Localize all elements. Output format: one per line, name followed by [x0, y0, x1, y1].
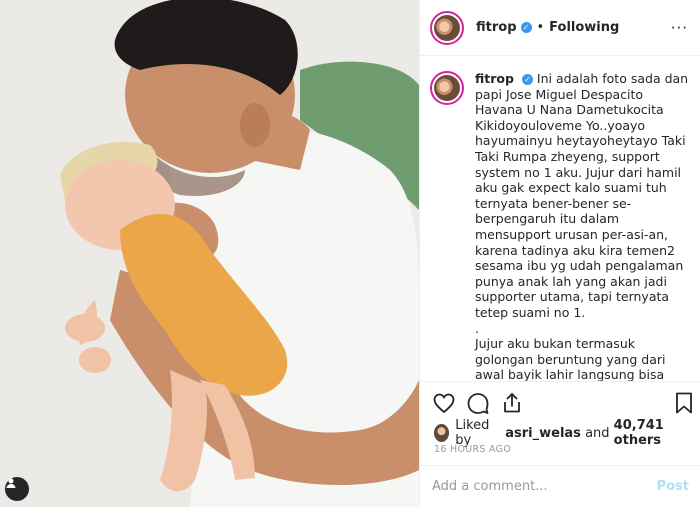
following-button[interactable]: Following	[549, 20, 619, 35]
author-avatar[interactable]	[430, 10, 464, 45]
post-header: fitrop ✓ • Following ···	[420, 0, 700, 56]
post-image	[0, 0, 419, 507]
post-comment-button[interactable]: Post	[657, 479, 689, 494]
caption-verified-badge-icon: ✓	[521, 74, 533, 85]
caption-username[interactable]: fitrop	[475, 71, 514, 86]
post-side-panel: fitrop ✓ • Following ··· fitrop ✓ Ini ad…	[419, 0, 700, 507]
post-timestamp[interactable]: 16 HOURS AGO	[434, 444, 511, 455]
liker-avatar[interactable]	[434, 424, 450, 442]
comment-input[interactable]	[432, 479, 642, 494]
more-options-icon[interactable]: ···	[671, 19, 688, 37]
likes-count[interactable]: 40,741 others	[614, 418, 700, 448]
author-username[interactable]: fitrop	[476, 20, 517, 35]
caption-scroll-area[interactable]: fitrop ✓ Ini adalah foto sada dan papi J…	[420, 57, 700, 381]
separator-dot: •	[536, 20, 545, 35]
action-bar	[420, 381, 700, 423]
user-tag-icon	[6, 478, 16, 488]
comment-bar: Post	[420, 465, 700, 507]
likes-conjunction: and	[585, 425, 610, 441]
tagged-users-button[interactable]	[5, 477, 29, 501]
caption-author-avatar[interactable]	[430, 71, 464, 105]
heart-icon[interactable]	[432, 391, 456, 415]
caption: fitrop ✓ Ini adalah foto sada dan papi J…	[475, 71, 690, 381]
comment-icon[interactable]	[466, 391, 490, 415]
share-icon[interactable]	[500, 391, 524, 415]
post-photo[interactable]	[0, 0, 419, 507]
caption-text: Ini adalah foto sada dan papi Jose Migue…	[475, 71, 689, 381]
verified-badge-icon: ✓	[520, 22, 532, 33]
bookmark-icon[interactable]	[673, 391, 695, 415]
liker-username[interactable]: asri_welas	[505, 426, 581, 441]
